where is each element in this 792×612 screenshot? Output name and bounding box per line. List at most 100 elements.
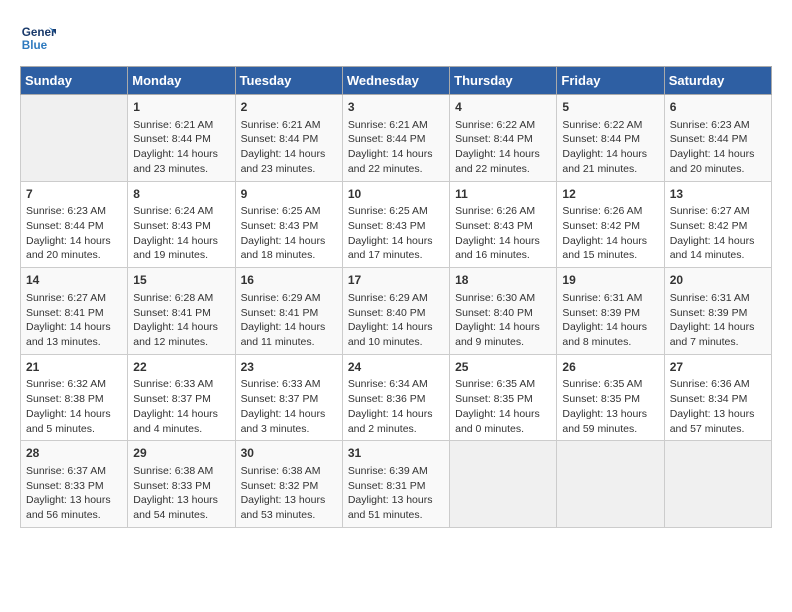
calendar-cell: 24Sunrise: 6:34 AM Sunset: 8:36 PM Dayli… [342,354,449,441]
calendar-cell [450,441,557,528]
calendar-cell: 21Sunrise: 6:32 AM Sunset: 8:38 PM Dayli… [21,354,128,441]
day-number: 29 [133,445,229,462]
logo-icon: General Blue [20,20,56,56]
calendar-table: SundayMondayTuesdayWednesdayThursdayFrid… [20,66,772,528]
calendar-cell: 17 Sunrise: 6:29 AM Sunset: 8:40 PM Dayli… [342,268,449,355]
day-info: Sunrise: 6:36 AM Sunset: 8:34 PM Dayligh… [670,377,766,436]
day-info: Sunrise: 6:25 AM Sunset: 8:43 PM Dayligh… [241,204,337,263]
calendar-cell: 1 Sunrise: 6:21 AM Sunset: 8:44 PM Daylig… [128,95,235,182]
calendar-week-row: 21Sunrise: 6:32 AM Sunset: 8:38 PM Dayli… [21,354,772,441]
calendar-cell: 8Sunrise: 6:24 AM Sunset: 8:43 PM Daylig… [128,181,235,268]
calendar-cell [557,441,664,528]
day-info: Sunrise: 6:31 AM Sunset: 8:39 PM Dayligh… [670,291,766,350]
day-number: 16 [241,272,337,289]
day-info: Sunrise: 6:26 AM Sunset: 8:42 PM Dayligh… [562,204,658,263]
day-info: Sunrise: 6:28 AM Sunset: 8:41 PM Dayligh… [133,291,229,350]
day-number: 18 [455,272,551,289]
day-info: Sunrise: 6:22 AM Sunset: 8:44 PM Dayligh… [562,118,658,177]
calendar-cell: 25Sunrise: 6:35 AM Sunset: 8:35 PM Dayli… [450,354,557,441]
weekday-header: Wednesday [342,67,449,95]
svg-text:Blue: Blue [22,39,48,52]
day-info: Sunrise: 6:21 AM Sunset: 8:44 PM Dayligh… [133,118,229,177]
day-info: Sunrise: 6:38 AM Sunset: 8:33 PM Dayligh… [133,464,229,523]
day-number: 23 [241,359,337,376]
day-info: Sunrise: 6:39 AM Sunset: 8:31 PM Dayligh… [348,464,444,523]
logo: General Blue [20,20,56,56]
day-number: 26 [562,359,658,376]
day-info: Sunrise: 6:33 AM Sunset: 8:37 PM Dayligh… [133,377,229,436]
day-info: Sunrise: 6:26 AM Sunset: 8:43 PM Dayligh… [455,204,551,263]
calendar-cell: 2Sunrise: 6:21 AM Sunset: 8:44 PM Daylig… [235,95,342,182]
day-info: Sunrise: 6:30 AM Sunset: 8:40 PM Dayligh… [455,291,551,350]
day-number: 20 [670,272,766,289]
day-number: 28 [26,445,122,462]
svg-text:General: General [22,26,56,39]
calendar-cell: 7Sunrise: 6:23 AM Sunset: 8:44 PM Daylig… [21,181,128,268]
calendar-cell: 5 Sunrise: 6:22 AM Sunset: 8:44 PM Daylig… [557,95,664,182]
calendar-cell: 3Sunrise: 6:21 AM Sunset: 8:44 PM Daylig… [342,95,449,182]
day-info: Sunrise: 6:35 AM Sunset: 8:35 PM Dayligh… [455,377,551,436]
calendar-cell: 13Sunrise: 6:27 AM Sunset: 8:42 PM Dayli… [664,181,771,268]
day-number: 6 [670,99,766,116]
calendar-cell: 26Sunrise: 6:35 AM Sunset: 8:35 PM Dayli… [557,354,664,441]
day-number: 14 [26,272,122,289]
calendar-week-row: 28 Sunrise: 6:37 AM Sunset: 8:33 PM Dayli… [21,441,772,528]
day-number: 9 [241,186,337,203]
day-number: 12 [562,186,658,203]
calendar-cell: 27Sunrise: 6:36 AM Sunset: 8:34 PM Dayli… [664,354,771,441]
weekday-header: Monday [128,67,235,95]
day-number: 21 [26,359,122,376]
weekday-header: Saturday [664,67,771,95]
day-number: 5 [562,99,658,116]
day-info: Sunrise: 6:33 AM Sunset: 8:37 PM Dayligh… [241,377,337,436]
calendar-cell [21,95,128,182]
day-number: 17 [348,272,444,289]
calendar-week-row: 7Sunrise: 6:23 AM Sunset: 8:44 PM Daylig… [21,181,772,268]
day-info: Sunrise: 6:23 AM Sunset: 8:44 PM Dayligh… [26,204,122,263]
calendar-cell: 14 Sunrise: 6:27 AM Sunset: 8:41 PM Dayli… [21,268,128,355]
day-number: 10 [348,186,444,203]
day-number: 25 [455,359,551,376]
day-number: 30 [241,445,337,462]
day-number: 27 [670,359,766,376]
calendar-cell: 29 Sunrise: 6:38 AM Sunset: 8:33 PM Dayli… [128,441,235,528]
day-number: 7 [26,186,122,203]
calendar-cell: 31Sunrise: 6:39 AM Sunset: 8:31 PM Dayli… [342,441,449,528]
day-number: 1 [133,99,229,116]
weekday-header: Thursday [450,67,557,95]
calendar-cell: 6 Sunrise: 6:23 AM Sunset: 8:44 PM Daylig… [664,95,771,182]
day-info: Sunrise: 6:22 AM Sunset: 8:44 PM Dayligh… [455,118,551,177]
calendar-cell: 4Sunrise: 6:22 AM Sunset: 8:44 PM Daylig… [450,95,557,182]
day-number: 15 [133,272,229,289]
weekday-header: Tuesday [235,67,342,95]
calendar-week-row: 14 Sunrise: 6:27 AM Sunset: 8:41 PM Dayli… [21,268,772,355]
day-info: Sunrise: 6:35 AM Sunset: 8:35 PM Dayligh… [562,377,658,436]
day-info: Sunrise: 6:25 AM Sunset: 8:43 PM Dayligh… [348,204,444,263]
day-number: 3 [348,99,444,116]
calendar-cell: 11Sunrise: 6:26 AM Sunset: 8:43 PM Dayli… [450,181,557,268]
calendar-cell: 10Sunrise: 6:25 AM Sunset: 8:43 PM Dayli… [342,181,449,268]
day-info: Sunrise: 6:32 AM Sunset: 8:38 PM Dayligh… [26,377,122,436]
day-number: 8 [133,186,229,203]
day-number: 11 [455,186,551,203]
day-number: 22 [133,359,229,376]
calendar-cell: 19 Sunrise: 6:31 AM Sunset: 8:39 PM Dayli… [557,268,664,355]
day-info: Sunrise: 6:29 AM Sunset: 8:40 PM Dayligh… [348,291,444,350]
day-info: Sunrise: 6:24 AM Sunset: 8:43 PM Dayligh… [133,204,229,263]
day-info: Sunrise: 6:21 AM Sunset: 8:44 PM Dayligh… [241,118,337,177]
calendar-cell: 28 Sunrise: 6:37 AM Sunset: 8:33 PM Dayli… [21,441,128,528]
day-info: Sunrise: 6:23 AM Sunset: 8:44 PM Dayligh… [670,118,766,177]
calendar-cell: 16Sunrise: 6:29 AM Sunset: 8:41 PM Dayli… [235,268,342,355]
day-number: 13 [670,186,766,203]
calendar-cell: 22Sunrise: 6:33 AM Sunset: 8:37 PM Dayli… [128,354,235,441]
day-info: Sunrise: 6:38 AM Sunset: 8:32 PM Dayligh… [241,464,337,523]
day-info: Sunrise: 6:37 AM Sunset: 8:33 PM Dayligh… [26,464,122,523]
day-info: Sunrise: 6:31 AM Sunset: 8:39 PM Dayligh… [562,291,658,350]
day-info: Sunrise: 6:27 AM Sunset: 8:42 PM Dayligh… [670,204,766,263]
day-info: Sunrise: 6:27 AM Sunset: 8:41 PM Dayligh… [26,291,122,350]
day-number: 19 [562,272,658,289]
weekday-header: Sunday [21,67,128,95]
calendar-cell: 15 Sunrise: 6:28 AM Sunset: 8:41 PM Dayli… [128,268,235,355]
calendar-cell: 12Sunrise: 6:26 AM Sunset: 8:42 PM Dayli… [557,181,664,268]
calendar-week-row: 1 Sunrise: 6:21 AM Sunset: 8:44 PM Daylig… [21,95,772,182]
